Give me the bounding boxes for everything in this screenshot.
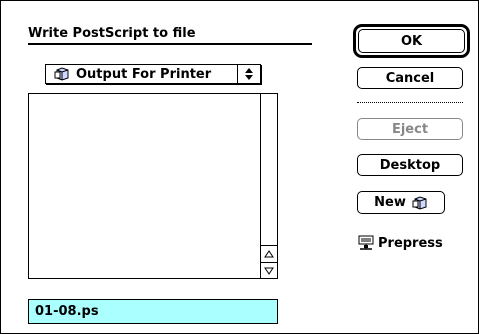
- new-folder-button[interactable]: New: [357, 191, 445, 214]
- folder-popup-menu[interactable]: Output For Printer: [45, 64, 261, 84]
- save-file-dialog: Write PostScript to file Output For Prin…: [0, 0, 479, 334]
- desktop-button[interactable]: Desktop: [357, 154, 463, 176]
- folder-popup-label: Output For Printer: [76, 66, 212, 82]
- folder-icon: [54, 67, 70, 81]
- scroll-up-arrow-icon[interactable]: [261, 245, 277, 261]
- new-folder-label: New: [374, 195, 406, 210]
- cancel-button[interactable]: Cancel: [357, 67, 463, 89]
- file-list[interactable]: [28, 93, 278, 279]
- new-folder-icon: [412, 195, 428, 210]
- filename-input[interactable]: 01-08.ps: [28, 299, 278, 324]
- eject-button[interactable]: Eject: [357, 118, 463, 140]
- volume-label: Prepress: [378, 235, 443, 251]
- button-separator: [357, 102, 463, 103]
- network-volume-icon: [357, 234, 375, 252]
- current-volume: Prepress: [357, 233, 443, 253]
- scroll-down-arrow-icon[interactable]: [261, 262, 277, 278]
- file-list-scrollbar[interactable]: [260, 94, 277, 278]
- popup-arrows-icon: [237, 65, 260, 83]
- dialog-prompt: Write PostScript to file: [28, 25, 312, 45]
- ok-button[interactable]: OK: [358, 29, 465, 53]
